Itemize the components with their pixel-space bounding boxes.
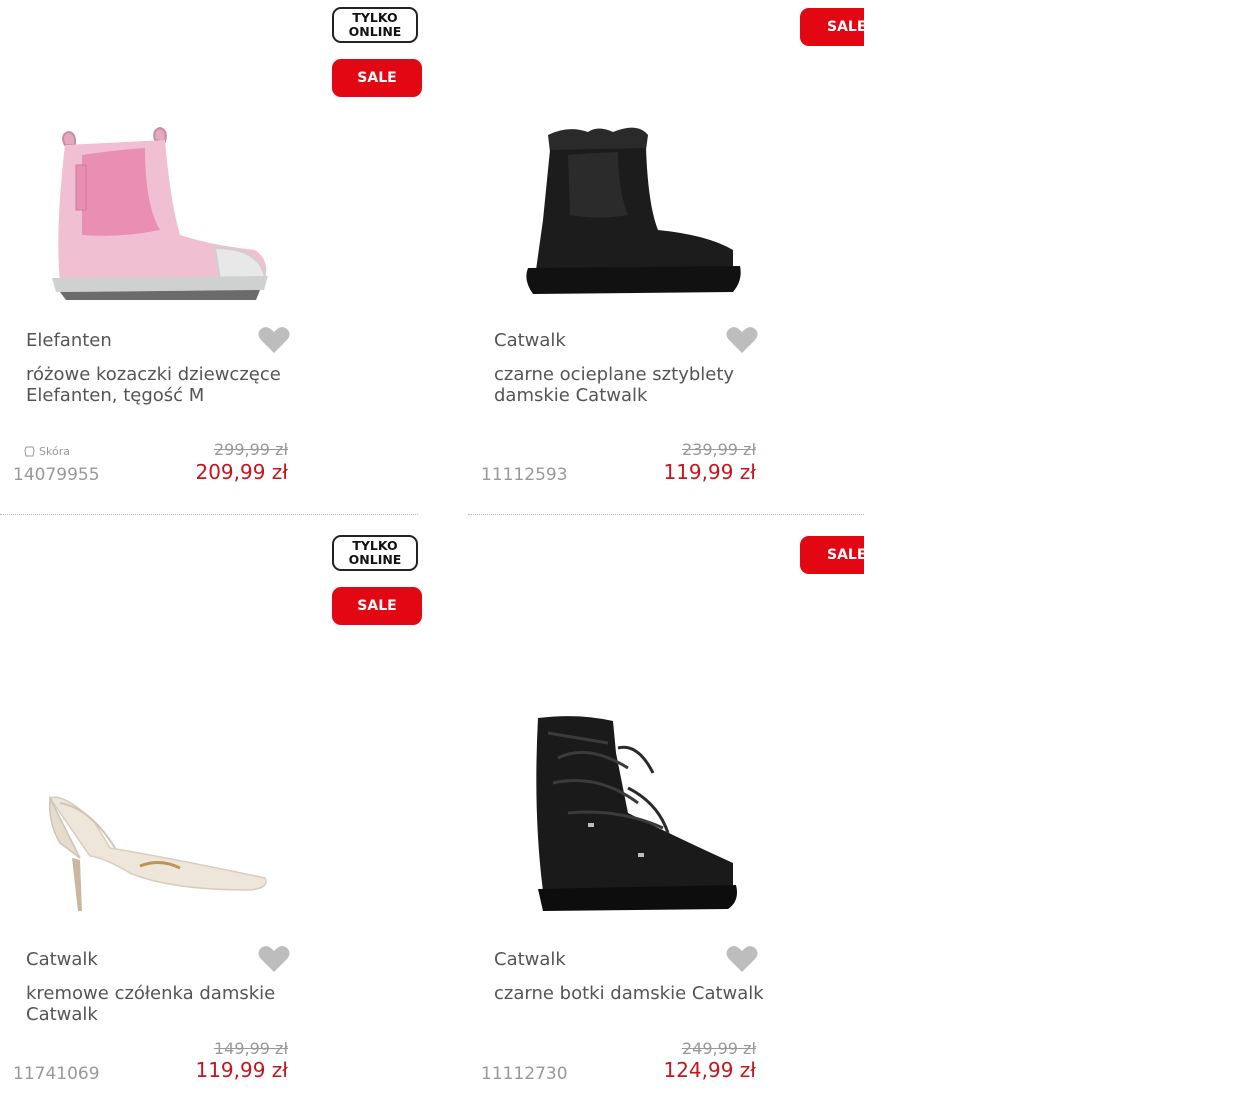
heart-icon[interactable]	[258, 945, 290, 973]
product-image[interactable]	[20, 110, 280, 310]
sale-label: SALE	[827, 547, 867, 563]
product-title[interactable]: kremowe czółenka damskie Catwalk	[26, 983, 296, 1025]
product-card[interactable]: SALE Catwalk czarne botki damskie Catwal…	[468, 528, 886, 1084]
sale-badge: SALE	[332, 587, 422, 625]
product-card[interactable]: TYLKO ONLINE SALE Elefanten różowe kozac…	[0, 0, 422, 514]
sale-price: 119,99 zł	[195, 1058, 288, 1082]
old-price: 149,99 zł	[213, 1039, 288, 1058]
heart-icon[interactable]	[726, 945, 758, 973]
old-price: 299,99 zł	[213, 440, 288, 459]
sale-label: SALE	[827, 19, 867, 35]
product-image[interactable]	[488, 110, 748, 310]
sale-badge: SALE	[800, 536, 867, 574]
row-divider	[468, 514, 864, 515]
product-sku: 14079955	[13, 465, 100, 485]
heart-icon[interactable]	[726, 326, 758, 354]
product-brand: Catwalk	[494, 949, 566, 970]
row-divider	[0, 514, 418, 515]
old-price: 239,99 zł	[681, 440, 756, 459]
material-label: Skóra	[39, 445, 70, 458]
online-only-badge: TYLKO ONLINE	[332, 535, 418, 571]
sale-badge: SALE	[332, 59, 422, 97]
material-info: Skóra	[24, 445, 70, 458]
sale-price: 119,99 zł	[663, 460, 756, 484]
leather-icon	[24, 446, 35, 457]
product-sku: 11741069	[13, 1064, 100, 1084]
online-only-label: TYLKO ONLINE	[348, 10, 402, 39]
product-image[interactable]	[488, 713, 748, 913]
sale-price: 124,99 zł	[663, 1058, 756, 1082]
product-card[interactable]: TYLKO ONLINE SALE Catwalk kremowe czółen…	[0, 528, 422, 1084]
product-title[interactable]: różowe kozaczki dziewczęce Elefanten, tę…	[26, 364, 296, 406]
sale-label: SALE	[357, 598, 397, 614]
old-price: 249,99 zł	[681, 1039, 756, 1058]
online-only-label: TYLKO ONLINE	[348, 538, 402, 567]
online-only-badge: TYLKO ONLINE	[332, 7, 418, 43]
heart-icon[interactable]	[258, 326, 290, 354]
sale-badge: SALE	[800, 8, 867, 46]
product-title[interactable]: czarne botki damskie Catwalk	[494, 983, 764, 1004]
product-brand: Elefanten	[26, 330, 112, 351]
sale-label: SALE	[357, 70, 397, 86]
product-brand: Catwalk	[494, 330, 566, 351]
product-title[interactable]: czarne ocieplane sztyblety damskie Catwa…	[494, 364, 764, 406]
product-card[interactable]: SALE Catwalk czarne ocieplane sztyblety …	[468, 0, 886, 514]
product-sku: 11112730	[481, 1064, 568, 1084]
product-image[interactable]	[20, 778, 280, 928]
product-sku: 11112593	[481, 465, 568, 485]
sale-price: 209,99 zł	[195, 460, 288, 484]
product-brand: Catwalk	[26, 949, 98, 970]
